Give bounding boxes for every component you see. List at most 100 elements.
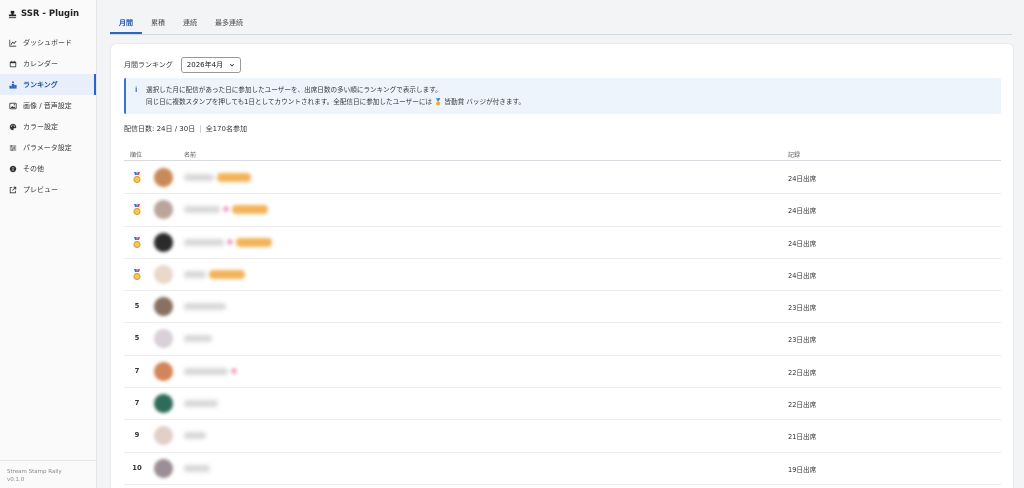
month-select[interactable]: 2026年4月: [180, 57, 241, 73]
sidebar-item-label: プレビュー: [23, 185, 58, 194]
user-name-blurred: [184, 270, 206, 278]
rank-number: 7: [134, 399, 140, 408]
perfect-attendance-medal-icon: [132, 172, 142, 184]
tab-max-consecutive[interactable]: 最多連続: [206, 12, 252, 34]
sidebar-item-label: カレンダー: [23, 59, 58, 68]
perfect-attendance-medal-icon: [132, 268, 142, 281]
ranking-summary: 配信日数: 24日 / 30日 | 全170名参加: [124, 124, 247, 134]
palette-icon: [9, 123, 17, 130]
attendance-record: 24日出席: [788, 239, 817, 248]
user-name-blurred: [184, 400, 218, 408]
avatar: [154, 426, 173, 446]
sidebar-item-label: その他: [23, 164, 44, 173]
info-icon: i: [135, 86, 138, 94]
sidebar-item-label: パラメータ設定: [23, 143, 72, 152]
image-icon: [9, 102, 17, 109]
table-row: 24日出席: [124, 227, 1001, 259]
rank-number: 9: [134, 431, 140, 440]
table-row: 7 22日出席: [124, 388, 1001, 421]
sidebar-item-parameters[interactable]: パラメータ設定: [0, 137, 96, 158]
tab-consecutive[interactable]: 連続: [174, 12, 206, 34]
ranking-table-body: 24日出席 24日出席 24日出席 24日出席 5 23日出席 5 23日出席 7 22日出席 7 2…: [124, 162, 1001, 485]
avatar: [154, 361, 173, 381]
avatar: [154, 232, 173, 252]
attendance-record: 24日出席: [788, 175, 817, 183]
attendance-record: 24日出席: [788, 207, 817, 216]
app-brand[interactable]: SSR - Plugin: [0, 0, 96, 28]
table-row: 24日出席: [124, 162, 1001, 195]
table-row: 10 19日出席: [124, 453, 1001, 485]
sidebar-item-color[interactable]: カラー設定: [0, 116, 96, 137]
perfect-attendance-medal-icon: [132, 236, 142, 249]
attendance-record: 21日出席: [788, 433, 817, 442]
sidebar-item-image-audio[interactable]: 画像 / 音声設定: [0, 95, 96, 116]
user-name-blurred: [184, 432, 206, 440]
footer-app-name: Stream Stamp Rally: [7, 469, 62, 475]
heart-emoji-blurred: [231, 367, 237, 374]
attendance-record: 22日出席: [788, 368, 817, 377]
table-row: 5 23日出席: [124, 323, 1001, 356]
tab-cumulative[interactable]: 累積: [142, 12, 174, 34]
app-title: SSR - Plugin: [21, 9, 80, 19]
chevron-down-icon: [229, 63, 234, 67]
info-box: i 選択した月に配信があった日に参加したユーザーを、出席日数の多い順にランキング…: [124, 78, 1001, 114]
ranking-card: 月間ランキング 2026年4月 i 選択した月に配信があった日に参加したユーザー…: [110, 43, 1014, 488]
heart-emoji-blurred: [227, 238, 233, 245]
attendance-badge-blurred: [217, 173, 251, 182]
sidebar-item-ranking[interactable]: ランキング: [0, 74, 96, 95]
avatar: [154, 329, 173, 349]
perfect-attendance-medal-icon: [132, 204, 142, 216]
table-row: 9 21日出席: [124, 420, 1001, 453]
heart-emoji-blurred: [223, 206, 229, 213]
sidebar-item-preview[interactable]: プレビュー: [0, 179, 96, 200]
attendance-badge-blurred: [232, 205, 268, 215]
calendar-icon: [9, 60, 17, 67]
stamp-icon: [8, 10, 17, 18]
tab-monthly[interactable]: 月間: [110, 12, 142, 34]
participant-count: 全170名参加: [205, 125, 247, 133]
sidebar-item-label: 画像 / 音声設定: [23, 101, 72, 110]
rank-number: 5: [134, 334, 140, 343]
user-name-blurred: [184, 464, 210, 472]
sidebar-item-dashboard[interactable]: ダッシュボード: [0, 32, 96, 53]
sidebar-footer: Stream Stamp Rally v0.1.0: [0, 460, 96, 488]
info-line-2: 同じ日に複数スタンプを押しても1日としてカウントされます。全配信日に参加したユー…: [146, 98, 525, 106]
avatar: [154, 297, 173, 317]
sidebar-item-calendar[interactable]: カレンダー: [0, 53, 96, 74]
sidebar-nav: ダッシュボード カレンダー ランキング 画像 / 音声設定 カラー設定 パラメー…: [0, 32, 96, 200]
sidebar-item-label: カラー設定: [23, 122, 58, 131]
user-name-blurred: [184, 238, 224, 246]
user-name-blurred: [184, 303, 226, 311]
rank-number: 5: [134, 302, 140, 311]
summary-separator: |: [199, 125, 202, 133]
avatar: [154, 264, 173, 284]
ranking-icon: [9, 80, 17, 89]
user-name-blurred: [184, 335, 212, 343]
table-header: 順位 名前 記録: [124, 146, 1001, 161]
table-row: 24日出席: [124, 259, 1001, 292]
user-name-blurred: [184, 174, 214, 181]
info-icon: [9, 165, 17, 172]
header-name: 名前: [184, 152, 197, 159]
filter-label: 月間ランキング: [124, 61, 173, 69]
user-name-blurred: [184, 367, 228, 375]
avatar: [154, 458, 173, 478]
stream-days: 配信日数: 24日 / 30日: [124, 125, 196, 133]
table-row: 5 23日出席: [124, 291, 1001, 324]
sliders-icon: [9, 144, 17, 151]
attendance-record: 22日出席: [788, 401, 817, 410]
info-line-1: 選択した月に配信があった日に参加したユーザーを、出席日数の多い順にランキングで表…: [146, 86, 442, 94]
sidebar-item-label: ランキング: [23, 80, 58, 89]
table-row: 7 22日出席: [124, 356, 1001, 389]
header-rank: 順位: [130, 152, 143, 159]
month-select-value: 2026年4月: [186, 61, 224, 69]
sidebar-item-other[interactable]: その他: [0, 158, 96, 179]
attendance-badge-blurred: [209, 269, 245, 279]
avatar: [154, 200, 173, 220]
footer-version: v0.1.0: [7, 477, 25, 483]
rank-number: 7: [134, 366, 140, 375]
avatar: [154, 168, 173, 187]
attendance-record: 19日出席: [788, 465, 817, 474]
sidebar-item-label: ダッシュボード: [23, 38, 72, 47]
rank-number: 10: [132, 463, 142, 472]
